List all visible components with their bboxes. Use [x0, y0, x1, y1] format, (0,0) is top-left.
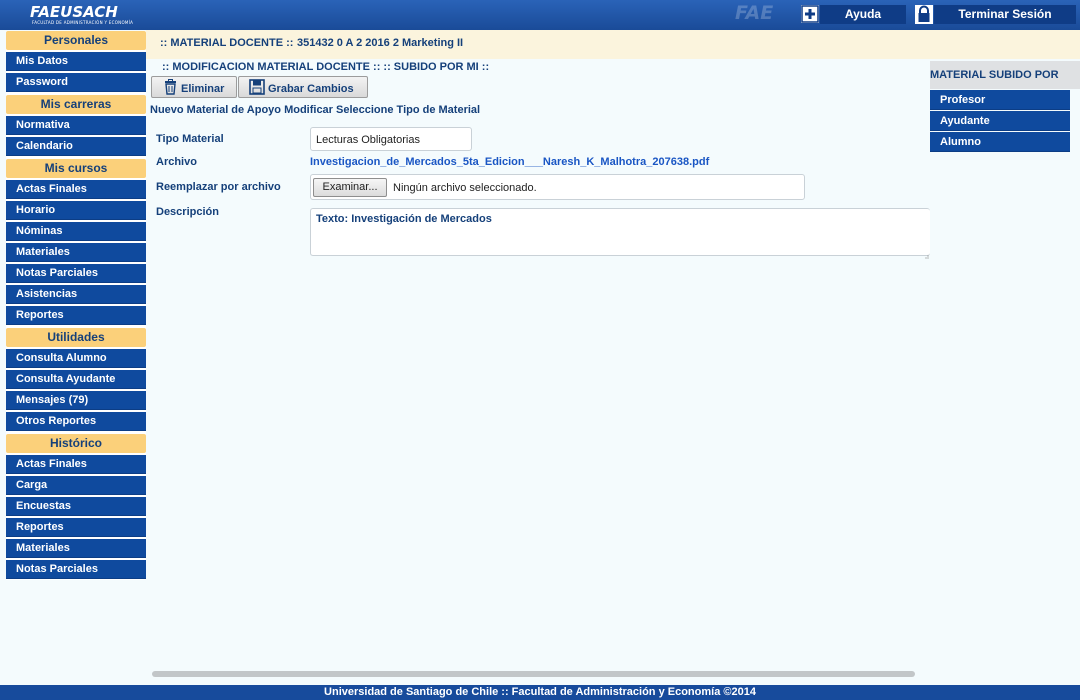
tipo-material-select[interactable]: Lecturas Obligatorias: [310, 127, 472, 151]
instruction-text: Nuevo Material de Apoyo Modificar Selecc…: [150, 104, 481, 116]
tipo-material-label: Tipo Material: [156, 133, 224, 145]
sidebar-item-mensajes[interactable]: Mensajes (79): [6, 391, 146, 410]
sidebar-item-historico-materiales[interactable]: Materiales: [6, 539, 146, 558]
sidebar-item-carga[interactable]: Carga: [6, 476, 146, 495]
help-button[interactable]: Ayuda: [820, 5, 906, 24]
sidebar-header-personales: Personales: [6, 31, 146, 50]
sidebar-item-calendario[interactable]: Calendario: [6, 137, 146, 156]
sidebar-item-historico-notas-parciales[interactable]: Notas Parciales: [6, 560, 146, 579]
sidebar-item-mis-datos[interactable]: Mis Datos: [6, 52, 146, 71]
reemplazar-label: Reemplazar por archivo: [156, 181, 281, 193]
sidebar-item-historico-actas-finales[interactable]: Actas Finales: [6, 455, 146, 474]
delete-button[interactable]: Eliminar: [151, 76, 237, 98]
material-subido-por-header: MATERIAL SUBIDO POR: [930, 61, 1080, 89]
sidebar-header-mis-carreras: Mis carreras: [6, 95, 146, 114]
logout-button[interactable]: Terminar Sesión: [934, 5, 1076, 24]
descripcion-label: Descripción: [156, 206, 219, 218]
browse-button[interactable]: Examinar...: [313, 178, 387, 197]
sidebar-header-utilidades: Utilidades: [6, 328, 146, 347]
logo-watermark: FAE: [735, 2, 774, 24]
floppy-disk-icon: [249, 79, 265, 95]
filter-alumno[interactable]: Alumno: [930, 132, 1070, 152]
delete-label: Eliminar: [181, 83, 225, 95]
breadcrumb: :: MODIFICACION MATERIAL DOCENTE :: :: S…: [162, 61, 490, 73]
footer: Universidad de Santiago de Chile :: Facu…: [0, 685, 1080, 700]
sidebar-header-mis-cursos: Mis cursos: [6, 159, 146, 178]
archivo-link[interactable]: Investigacion_de_Mercados_5ta_Edicion___…: [310, 156, 709, 168]
sidebar-item-consulta-ayudante[interactable]: Consulta Ayudante: [6, 370, 146, 389]
save-label: Grabar Cambios: [268, 83, 354, 95]
logo-text: FAEUSACH: [30, 3, 118, 21]
descripcion-textarea[interactable]: Texto: Investigación de Mercados: [310, 208, 930, 256]
sidebar-item-otros-reportes[interactable]: Otros Reportes: [6, 412, 146, 431]
filter-profesor[interactable]: Profesor: [930, 90, 1070, 110]
save-button[interactable]: Grabar Cambios: [238, 76, 368, 98]
archivo-label: Archivo: [156, 156, 197, 168]
trash-icon: [163, 79, 178, 95]
logo-subtext: FACULTAD DE ADMINISTRACIÓN Y ECONOMÍA: [32, 20, 134, 25]
sidebar: Personales Mis Datos Password Mis carrer…: [6, 31, 146, 580]
course-bar: :: MATERIAL DOCENTE :: 351432 0 A 2 2016…: [146, 30, 1080, 59]
sidebar-item-historico-reportes[interactable]: Reportes: [6, 518, 146, 537]
course-bar-label: :: MATERIAL DOCENTE ::: [160, 37, 294, 49]
lock-icon[interactable]: [915, 5, 933, 24]
course-title: 351432 0 A 2 2016 2 Marketing II: [297, 37, 464, 49]
sidebar-header-historico: Histórico: [6, 434, 146, 453]
sidebar-item-encuestas[interactable]: Encuestas: [6, 497, 146, 516]
sidebar-item-reportes[interactable]: Reportes: [6, 306, 146, 325]
sidebar-item-horario[interactable]: Horario: [6, 201, 146, 220]
sidebar-item-nominas[interactable]: Nóminas: [6, 222, 146, 241]
sidebar-item-actas-finales[interactable]: Actas Finales: [6, 180, 146, 199]
faeusach-logo[interactable]: FAEUSACH FACULTAD DE ADMINISTRACIÓN Y EC…: [30, 3, 146, 26]
filter-ayudante[interactable]: Ayudante: [930, 111, 1070, 131]
sidebar-item-password[interactable]: Password: [6, 73, 146, 92]
sidebar-item-consulta-alumno[interactable]: Consulta Alumno: [6, 349, 146, 368]
top-bar: FAEUSACH FACULTAD DE ADMINISTRACIÓN Y EC…: [0, 0, 1080, 30]
sidebar-item-asistencias[interactable]: Asistencias: [6, 285, 146, 304]
no-file-text: Ningún archivo seleccionado.: [393, 182, 537, 194]
sidebar-item-notas-parciales[interactable]: Notas Parciales: [6, 264, 146, 283]
sidebar-item-normativa[interactable]: Normativa: [6, 116, 146, 135]
sidebar-item-materiales[interactable]: Materiales: [6, 243, 146, 262]
horizontal-scrollbar[interactable]: [152, 671, 915, 677]
help-icon[interactable]: [801, 5, 819, 23]
textarea-resize-handle[interactable]: [925, 250, 929, 259]
